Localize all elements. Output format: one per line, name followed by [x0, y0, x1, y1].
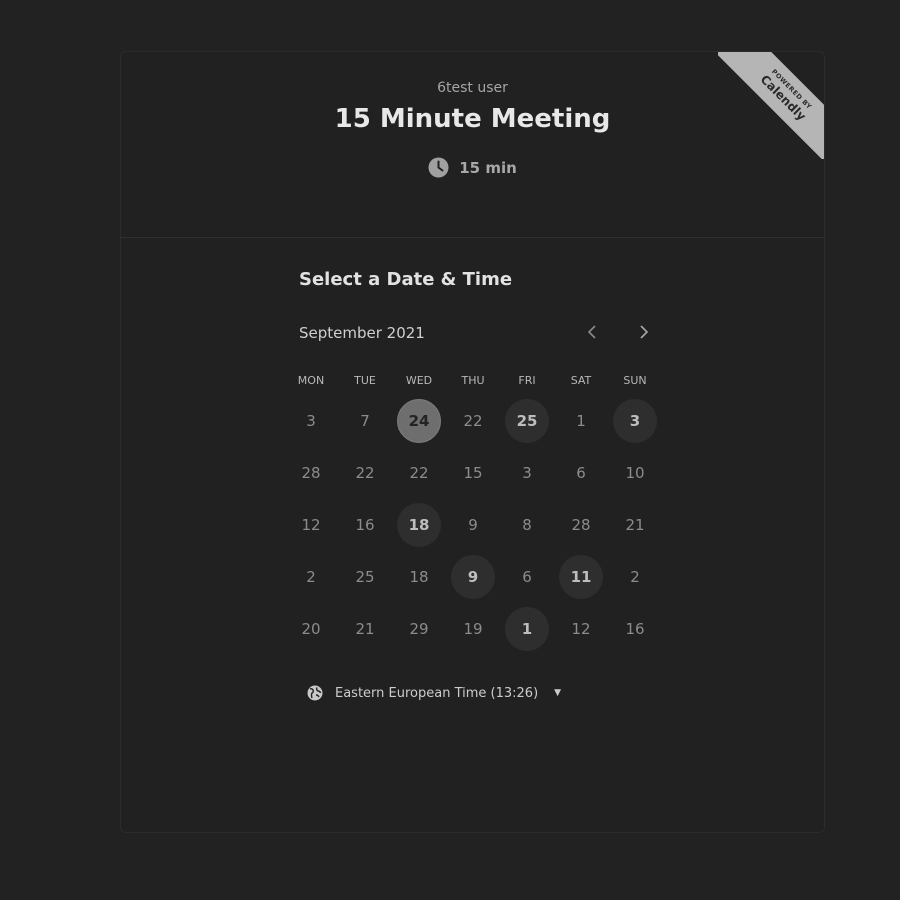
day-cell: 22	[446, 395, 500, 447]
available-day-button[interactable]: 3	[613, 399, 657, 443]
unavailable-day: 16	[625, 620, 645, 638]
unavailable-day: 10	[625, 464, 645, 482]
unavailable-day: 28	[571, 516, 591, 534]
owner-name: 6test user	[437, 80, 508, 96]
unavailable-day: 21	[355, 620, 375, 638]
weekday-label: SUN	[623, 374, 647, 387]
unavailable-day: 22	[463, 412, 483, 430]
day-cell: 10	[608, 447, 662, 499]
event-duration: 15 min	[121, 157, 824, 178]
day-cell: 21	[338, 603, 392, 655]
available-day-button[interactable]: 25	[505, 399, 549, 443]
day-cell: 22	[392, 447, 446, 499]
day-cell: 18	[392, 551, 446, 603]
unavailable-day: 16	[355, 516, 375, 534]
day-cell: 15	[446, 447, 500, 499]
available-day-button[interactable]: 1	[505, 607, 549, 651]
unavailable-day: 7	[360, 412, 370, 430]
select-date-title: Select a Date & Time	[299, 269, 513, 290]
day-cell: 2	[284, 551, 338, 603]
day-cell: 12	[284, 499, 338, 551]
day-cell: 3	[500, 447, 554, 499]
day-cell: 18	[392, 499, 446, 551]
unavailable-day: 29	[409, 620, 429, 638]
unavailable-day: 9	[468, 516, 478, 534]
unavailable-day: 20	[301, 620, 321, 638]
chevron-left-icon	[587, 324, 597, 343]
day-cell: 25	[338, 551, 392, 603]
unavailable-day: 25	[355, 568, 375, 586]
day-cell: 19	[446, 603, 500, 655]
unavailable-day: 21	[625, 516, 645, 534]
unavailable-day: 2	[630, 568, 640, 586]
day-cell: 21	[608, 499, 662, 551]
day-cell: 7	[338, 395, 392, 447]
unavailable-day: 18	[409, 568, 429, 586]
weekday-label: THU	[461, 374, 485, 387]
event-title: 15 Minute Meeting	[334, 104, 611, 134]
globe-icon	[307, 685, 323, 701]
available-day-button[interactable]: 9	[451, 555, 495, 599]
unavailable-day: 22	[355, 464, 375, 482]
day-cell: 11	[554, 551, 608, 603]
day-cell: 24	[392, 395, 446, 447]
weekday-label: WED	[405, 374, 433, 387]
weekday-header: MON TUE WED THU FRI SAT SUN	[284, 374, 662, 387]
day-cell: 3	[608, 395, 662, 447]
day-cell: 29	[392, 603, 446, 655]
day-cell: 16	[608, 603, 662, 655]
weekday-label: TUE	[354, 374, 376, 387]
day-cell: 20	[284, 603, 338, 655]
selected-day-button[interactable]: 24	[397, 399, 441, 443]
event-header: 6test user 15 Minute Meeting 15 min	[121, 52, 824, 238]
unavailable-day: 1	[576, 412, 586, 430]
unavailable-day: 2	[306, 568, 316, 586]
unavailable-day: 6	[522, 568, 532, 586]
clock-icon	[428, 157, 449, 178]
unavailable-day: 28	[301, 464, 321, 482]
unavailable-day: 12	[571, 620, 591, 638]
day-cell: 6	[500, 551, 554, 603]
next-month-button[interactable]	[634, 322, 654, 344]
timezone-selector[interactable]: Eastern European Time (13:26) ▼	[307, 685, 561, 701]
chevron-right-icon	[639, 324, 649, 343]
day-cell: 6	[554, 447, 608, 499]
day-cell: 25	[500, 395, 554, 447]
weekday-label: FRI	[518, 374, 536, 387]
booking-card: POWERED BY Calendly 6test user 15 Minute…	[120, 51, 825, 833]
timezone-label: Eastern European Time (13:26)	[335, 685, 539, 701]
calendar-grid: 3 7 24 22 25 1 3 28 22 22 15 3 6 10 12 16 18 9 8 28 21 2 25 18 9…	[284, 395, 662, 655]
unavailable-day: 6	[576, 464, 586, 482]
day-cell: 16	[338, 499, 392, 551]
day-cell: 8	[500, 499, 554, 551]
available-day-button[interactable]: 18	[397, 503, 441, 547]
day-cell: 1	[500, 603, 554, 655]
unavailable-day: 15	[463, 464, 483, 482]
duration-label: 15 min	[459, 158, 517, 177]
day-cell: 2	[608, 551, 662, 603]
day-cell: 9	[446, 551, 500, 603]
day-cell: 22	[338, 447, 392, 499]
available-day-button[interactable]: 11	[559, 555, 603, 599]
unavailable-day: 3	[306, 412, 316, 430]
day-cell: 9	[446, 499, 500, 551]
unavailable-day: 8	[522, 516, 532, 534]
day-cell: 12	[554, 603, 608, 655]
day-cell: 28	[284, 447, 338, 499]
unavailable-day: 3	[522, 464, 532, 482]
unavailable-day: 12	[301, 516, 321, 534]
unavailable-day: 22	[409, 464, 429, 482]
unavailable-day: 19	[463, 620, 483, 638]
day-cell: 28	[554, 499, 608, 551]
month-label: September 2021	[299, 324, 425, 342]
caret-down-icon: ▼	[554, 688, 562, 698]
weekday-label: SAT	[570, 374, 592, 387]
weekday-label: MON	[297, 374, 325, 387]
day-cell: 1	[554, 395, 608, 447]
day-cell: 3	[284, 395, 338, 447]
previous-month-button[interactable]	[582, 322, 602, 344]
